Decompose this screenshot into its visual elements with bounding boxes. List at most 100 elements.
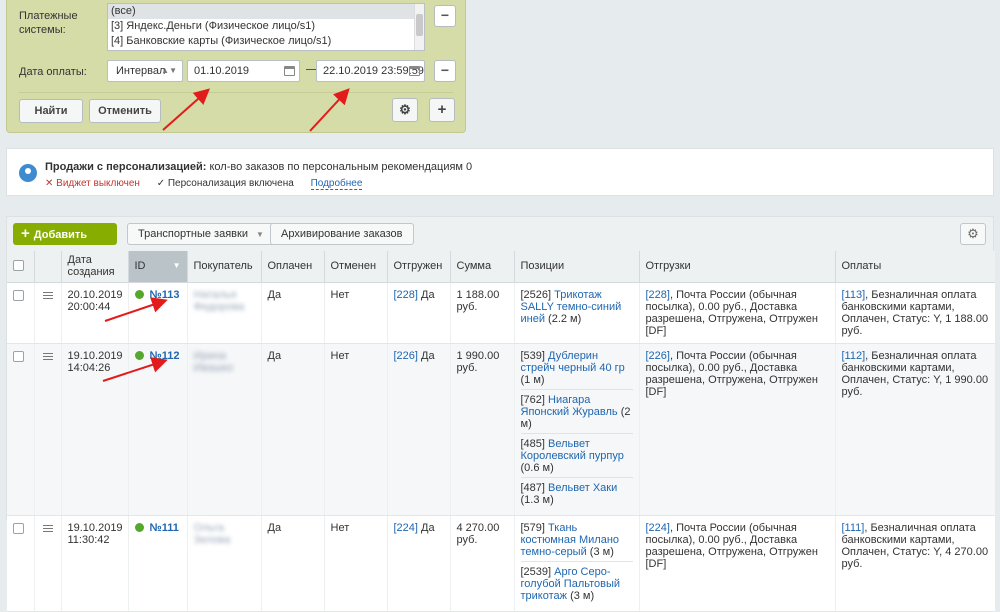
add-order-button[interactable]: +Добавить заказ <box>13 223 117 263</box>
order-shipments: [228], Почта России (обычная посылка), 0… <box>638 282 835 344</box>
sort-desc-icon: ▼ <box>172 261 181 271</box>
row-menu-cell[interactable] <box>33 343 61 516</box>
order-id-link[interactable]: №111 <box>150 522 179 534</box>
order-shipped: [228] Да <box>386 282 450 344</box>
orders-panel: +Добавить заказ Транспортные заявки ▼ Арх… <box>6 216 995 612</box>
row-menu-cell[interactable] <box>33 282 61 344</box>
order-date: 19.10.2019 14:04:26 <box>60 343 128 516</box>
row-checkbox[interactable] <box>13 522 24 534</box>
header-shipments[interactable]: Отгрузки <box>638 251 835 283</box>
header-canceled[interactable]: Отменен <box>323 251 387 283</box>
order-date: 19.10.2019 11:30:42 <box>60 515 128 612</box>
row-menu-cell[interactable] <box>33 515 61 612</box>
header-id[interactable]: ID ▼ <box>127 251 187 283</box>
table-row[interactable]: 20.10.2019 20:00:44 №113 Наталья Федорова Да… <box>7 282 995 344</box>
header-checkbox-cell[interactable] <box>7 251 34 283</box>
calendar-icon[interactable] <box>409 66 420 76</box>
header-positions[interactable]: Позиции <box>513 251 639 283</box>
hamburger-menu-icon[interactable] <box>42 524 53 526</box>
order-id: №112 <box>127 343 187 516</box>
order-canceled: Нет <box>323 282 387 344</box>
payment-date-label: Дата оплаты: <box>19 66 87 78</box>
buyer-name[interactable]: Ирина Ивашко <box>194 350 255 374</box>
row-checkbox[interactable] <box>13 350 24 362</box>
settings-gear-icon[interactable]: ⚙ <box>392 98 418 122</box>
payment-system-option[interactable]: [4] Банковские карты (Физическое лицо/s1… <box>108 34 424 49</box>
shipped-text: Да <box>417 521 435 534</box>
shipment-link[interactable]: [226] <box>646 350 670 362</box>
transport-requests-button[interactable]: Транспортные заявки ▼ <box>127 223 275 245</box>
personalization-panel: Продажи с персонализацией: кол-во заказо… <box>6 148 994 196</box>
hamburger-menu-icon[interactable] <box>42 352 53 354</box>
add-filter-button[interactable]: + <box>429 98 455 122</box>
order-canceled: Нет <box>323 343 387 516</box>
payment-link[interactable]: [112] <box>842 350 866 362</box>
row-checkbox-cell[interactable] <box>7 343 34 516</box>
buyer-name[interactable]: Ольга Зелова <box>194 522 255 546</box>
order-paid: Да <box>260 515 324 612</box>
more-link[interactable]: Подробнее <box>310 178 363 190</box>
remove-filter-button[interactable]: − <box>434 5 456 27</box>
header-sum[interactable]: Сумма <box>449 251 514 283</box>
shipped-link[interactable]: [226] <box>394 350 418 362</box>
order-date-value: 20.10.2019 <box>67 288 123 301</box>
shipped-link[interactable]: [224] <box>394 522 418 534</box>
position-qty: (1.3 м) <box>520 493 554 506</box>
order-id: №111 <box>127 515 187 612</box>
select-all-checkbox[interactable] <box>13 259 24 271</box>
position-item: [539] Дублерин стрейч черный 40 гр (1 м) <box>520 350 633 390</box>
buyer-name[interactable]: Наталья Федорова <box>194 289 255 313</box>
filter-panel: Платежные системы: (все) [3] Яндекс.День… <box>6 0 466 133</box>
shipment-link[interactable]: [228] <box>646 289 670 301</box>
position-link[interactable]: Вельвет Хаки <box>548 482 617 494</box>
position-qty: (3 м) <box>567 589 595 602</box>
order-shipped: [226] Да <box>386 343 450 516</box>
row-checkbox-cell[interactable] <box>7 515 34 612</box>
transport-requests-label: Транспортные заявки <box>138 228 248 240</box>
payment-system-option[interactable]: [3] Яндекс.Деньги (Физическое лицо/s1) <box>108 19 424 34</box>
payment-system-option[interactable]: (все) <box>108 4 424 19</box>
row-checkbox-cell[interactable] <box>7 282 34 344</box>
shipped-text: Да <box>417 349 435 362</box>
table-row[interactable]: 19.10.2019 14:04:26 №112 Ирина Ивашко Да Нет[… <box>7 343 995 516</box>
shipped-link[interactable]: [228] <box>394 289 418 301</box>
position-qty: (0.6 м) <box>520 461 554 474</box>
order-id-link[interactable]: №113 <box>150 289 180 301</box>
order-time-value: 11:30:42 <box>67 533 110 546</box>
position-item: [762] Ниагара Японский Журавль (2 м) <box>520 394 633 434</box>
row-checkbox[interactable] <box>13 289 24 301</box>
header-buyer[interactable]: Покупатель <box>186 251 261 283</box>
personalization-title-rest: кол-во заказов по персональным рекоменда… <box>206 161 473 173</box>
hamburger-menu-icon[interactable] <box>42 291 53 293</box>
gear-icon[interactable]: ⚙ <box>960 223 986 245</box>
widget-status: ✕ Виджет выключен <box>45 178 140 189</box>
header-payments[interactable]: Оплаты <box>834 251 995 283</box>
shipment-link[interactable]: [224] <box>646 522 670 534</box>
status-dot-icon <box>134 289 144 299</box>
order-buyer: Ольга Зелова <box>186 515 261 612</box>
date-from-input[interactable]: 01.10.2019 <box>187 60 300 82</box>
listbox-scrollbar[interactable] <box>414 4 424 50</box>
date-to-input[interactable]: 22.10.2019 23:59:59 <box>316 60 425 82</box>
user-icon <box>19 164 37 182</box>
chevron-down-icon: ▲▼ <box>161 66 177 75</box>
header-shipped[interactable]: Отгружен <box>386 251 450 283</box>
payment-systems-listbox[interactable]: (все) [3] Яндекс.Деньги (Физическое лицо… <box>107 3 425 51</box>
date-range-dash <box>306 69 316 70</box>
header-date[interactable]: Дата создания <box>60 251 128 283</box>
archive-orders-button[interactable]: Архивирование заказов <box>270 223 414 245</box>
position-code: [2539] <box>520 565 552 578</box>
payment-link[interactable]: [111] <box>842 522 865 534</box>
header-paid[interactable]: Оплачен <box>260 251 324 283</box>
cancel-button[interactable]: Отменить <box>89 99 161 123</box>
order-time-value: 14:04:26 <box>67 361 111 374</box>
remove-date-filter-button[interactable]: − <box>434 60 456 82</box>
payment-link[interactable]: [113] <box>842 289 866 301</box>
status-dot-icon <box>134 522 144 532</box>
order-paid: Да <box>260 282 324 344</box>
table-row[interactable]: 19.10.2019 11:30:42 №111 Ольга Зелова Да Нет[… <box>7 515 995 612</box>
order-id-link[interactable]: №112 <box>150 350 180 362</box>
find-button[interactable]: Найти <box>19 99 83 123</box>
interval-select[interactable]: Интервал ▲▼ <box>107 60 183 82</box>
calendar-icon[interactable] <box>284 66 295 76</box>
